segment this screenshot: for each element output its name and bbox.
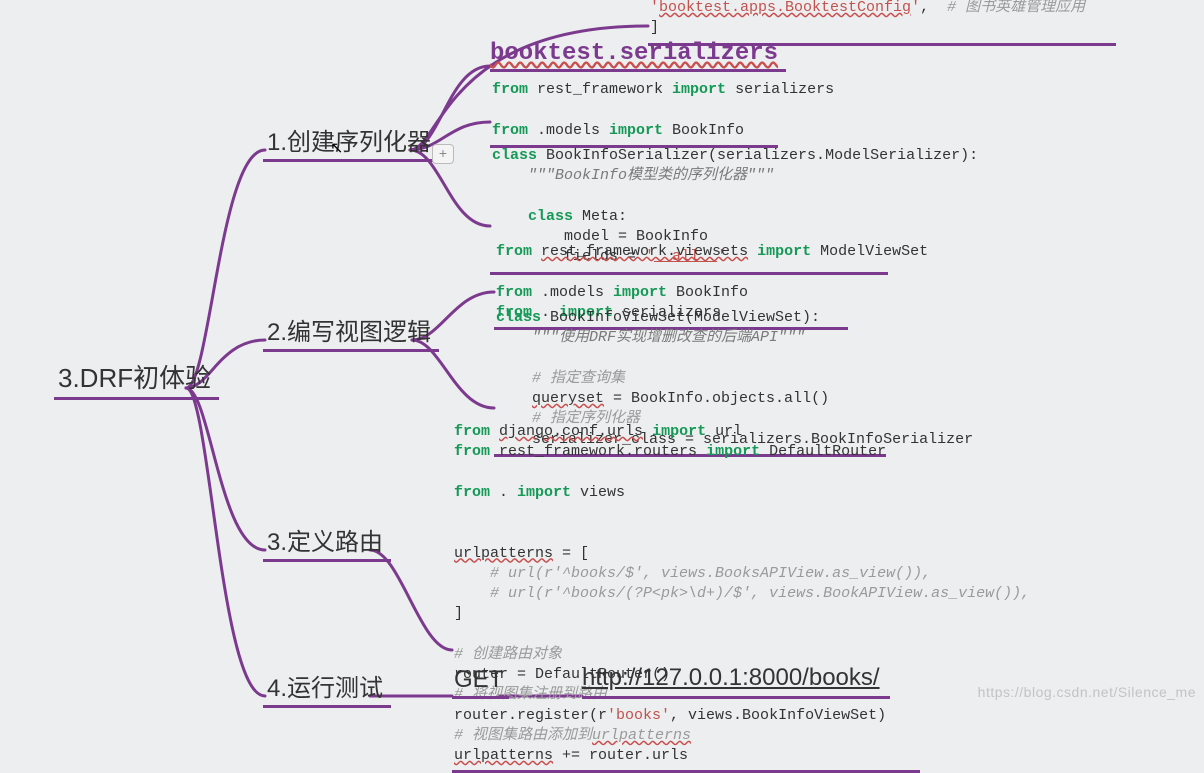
node-write-views[interactable]: 2.编写视图逻辑 xyxy=(263,310,439,352)
node-create-serializer[interactable]: 1.创建序列化器 xyxy=(263,120,439,162)
code-urls: from django.conf.urls import url from re… xyxy=(452,420,920,773)
title-serializers: booktest.serializers xyxy=(490,40,786,72)
url-text: http://127.0.0.1:8000/books/ xyxy=(582,664,880,691)
code-serializer-imports: from rest_framework import serializers f… xyxy=(490,78,778,148)
node-root[interactable]: 3.DRF初体验 xyxy=(54,356,219,400)
node-test-url[interactable]: http://127.0.0.1:8000/books/ xyxy=(582,664,890,699)
code-installed-apps: 'booktest.apps.BooktestConfig', # 图书英雄管理… xyxy=(648,0,1116,46)
node-define-routes[interactable]: 3.定义路由 xyxy=(263,520,391,562)
node-http-method: GET xyxy=(452,666,509,699)
expand-button[interactable]: + xyxy=(432,144,454,164)
watermark: https://blog.csdn.net/Silence_me xyxy=(978,684,1196,700)
mouse-cursor: ↖ xyxy=(330,138,343,158)
node-run-test[interactable]: 4.运行测试 xyxy=(263,666,391,708)
